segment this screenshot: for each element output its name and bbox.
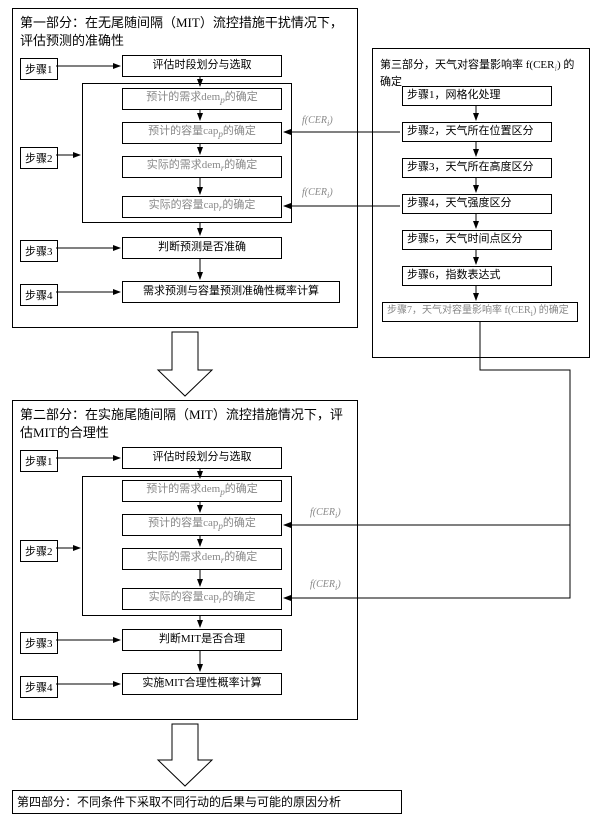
part2-group	[82, 476, 292, 616]
part2-step4: 步骤4	[20, 676, 58, 698]
part2-f1: f(CERi)	[310, 507, 341, 520]
part2-step1: 步骤1	[20, 450, 58, 472]
part1-step3: 步骤3	[20, 240, 58, 262]
part3-s2: 步骤2，天气所在位置区分	[402, 122, 552, 142]
part1-title: 第一部分：在无尾随间隔（MIT）流控措施干扰情况下，评估预测的准确性	[20, 14, 350, 50]
part1-f2: f(CERi)	[302, 187, 333, 200]
part1-step1: 步骤1	[20, 58, 58, 80]
part3-s1: 步骤1，网格化处理	[402, 86, 552, 106]
part1-group	[82, 83, 292, 223]
part3-s4: 步骤4，天气强度区分	[402, 194, 552, 214]
part2-title: 第二部分：在实施尾随间隔（MIT）流控措施情况下，评估MIT的合理性	[20, 406, 350, 442]
part2-f2: f(CERi)	[310, 579, 341, 592]
part1-step4: 步骤4	[20, 284, 58, 306]
part2-b1: 评估时段划分与选取	[122, 447, 282, 469]
part3-s3: 步骤3，天气所在高度区分	[402, 158, 552, 178]
part1-f1: f(CERi)	[302, 115, 333, 128]
part2-b3: 判断MIT是否合理	[122, 629, 282, 651]
part4-box: 第四部分：不同条件下采取不同行动的后果与可能的原因分析	[12, 790, 402, 814]
part2-b4: 实施MIT合理性概率计算	[122, 673, 282, 695]
part1-b3: 判断预测是否准确	[122, 237, 282, 259]
part1-b1: 评估时段划分与选取	[122, 55, 282, 77]
part2-step2: 步骤2	[20, 540, 58, 562]
part3-s7: 步骤7，天气对容量影响率 f(CERi) 的确定	[382, 302, 578, 322]
part1-step2: 步骤2	[20, 147, 58, 169]
hollow-arrow-2	[158, 724, 212, 786]
part2-step3: 步骤3	[20, 632, 58, 654]
part3-s5: 步骤5，天气时间点区分	[402, 230, 552, 250]
part3-s6: 步骤6，指数表达式	[402, 266, 552, 286]
part1-b4: 需求预测与容量预测准确性概率计算	[122, 281, 340, 303]
part3-title: 第三部分，天气对容量影响率 f(CERi) 的确定	[380, 56, 584, 89]
hollow-arrow-1	[158, 332, 212, 396]
